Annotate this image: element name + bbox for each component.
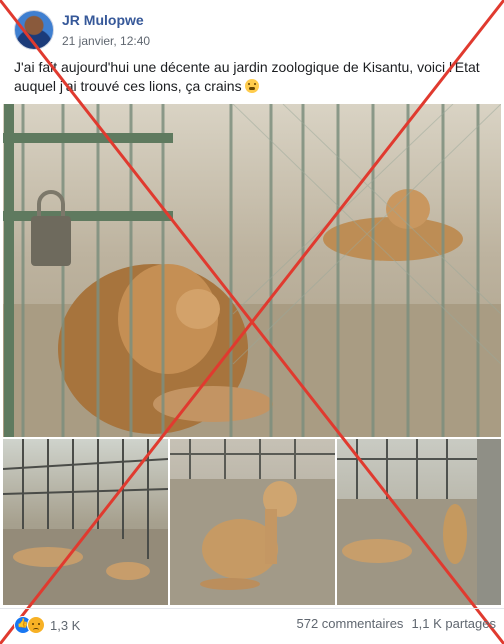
sad-icon <box>27 616 45 634</box>
post-header: JR Mulopwe 21 janvier, 12:40 <box>14 8 150 52</box>
post-footer: 1,3 K 572 commentaires 1,1 K partages <box>0 608 504 638</box>
photo-lions-in-enclosure[interactable] <box>337 439 501 605</box>
photo-lion-in-cage-illustration <box>3 104 501 437</box>
photo-lions-in-enclosure-illustration <box>337 439 501 605</box>
post-text: J'ai fait aujourd'hui une décente au jar… <box>14 58 494 96</box>
comments-count[interactable]: 572 commentaires <box>296 616 403 631</box>
shares-count[interactable]: 1,1 K partages <box>411 616 496 631</box>
post-timestamp[interactable]: 21 janvier, 12:40 <box>62 33 150 49</box>
engagement-counts: 572 commentaires 1,1 K partages <box>296 616 496 631</box>
photo-lion-in-cage[interactable] <box>3 104 501 437</box>
facebook-post: JR Mulopwe 21 janvier, 12:40 J'ai fait a… <box>0 0 504 644</box>
photo-emaciated-lion-sitting[interactable] <box>170 439 335 605</box>
photo-emaciated-lion-sitting-illustration <box>170 439 335 605</box>
post-meta: JR Mulopwe 21 janvier, 12:40 <box>62 11 150 49</box>
grimacing-face-icon <box>245 79 260 93</box>
reactions-summary[interactable]: 1,3 K <box>14 616 80 634</box>
author-name[interactable]: JR Mulopwe <box>62 11 150 29</box>
reaction-count: 1,3 K <box>50 617 81 633</box>
photo-lions-lying[interactable] <box>3 439 168 605</box>
author-avatar[interactable] <box>14 10 54 50</box>
photo-lions-lying-illustration <box>3 439 168 605</box>
